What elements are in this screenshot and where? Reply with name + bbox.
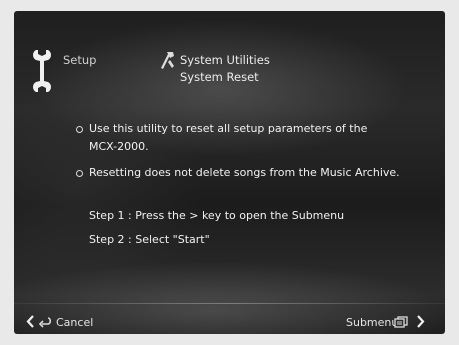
bullet-icon bbox=[76, 170, 83, 177]
info-text: Resetting does not delete songs from the… bbox=[89, 166, 400, 179]
info-text: MCX-2000. bbox=[89, 140, 149, 153]
content-area: Use this utility to reset all setup para… bbox=[14, 11, 445, 334]
return-icon[interactable] bbox=[38, 316, 51, 328]
step-1-text: Step 1 : Press the > key to open the Sub… bbox=[89, 209, 345, 222]
step-2-text: Step 2 : Select "Start" bbox=[89, 233, 210, 246]
bullet-icon bbox=[76, 126, 83, 133]
submenu-button[interactable]: Submenu bbox=[346, 316, 398, 329]
footer-divider bbox=[14, 303, 445, 304]
left-arrow-icon[interactable] bbox=[26, 315, 34, 328]
system-reset-screen: Setup System Utilities System Reset Use … bbox=[14, 11, 445, 334]
submenu-icon[interactable] bbox=[394, 316, 408, 328]
right-arrow-icon[interactable] bbox=[417, 315, 425, 328]
cancel-button[interactable]: Cancel bbox=[56, 316, 93, 329]
info-text: Use this utility to reset all setup para… bbox=[89, 122, 368, 135]
